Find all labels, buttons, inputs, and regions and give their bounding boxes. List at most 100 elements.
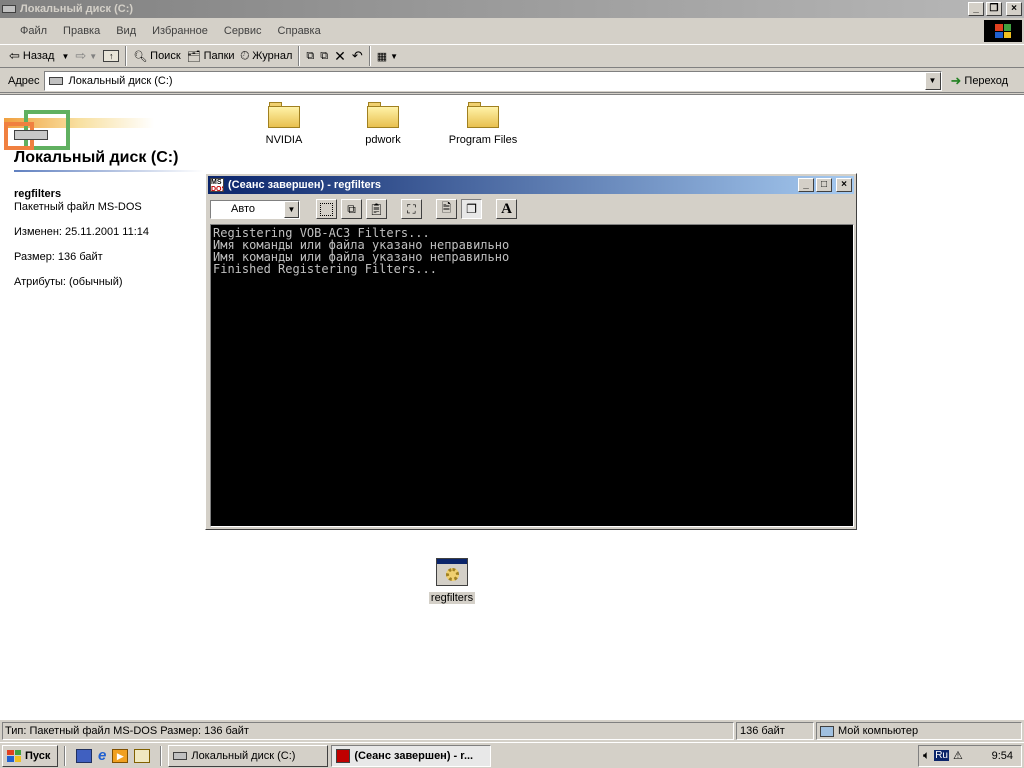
dos-window[interactable]: MSDOS (Сеанс завершен) - regfilters _ □ … <box>205 173 857 530</box>
search-button[interactable]: 🔍︎ Поиск <box>130 45 183 67</box>
outlook-express-icon[interactable] <box>134 748 151 763</box>
font-size-select[interactable]: Авто ▼ <box>210 199 300 219</box>
copy-to-icon: ⧉ <box>320 49 329 62</box>
fullscreen-button[interactable]: ⛶ <box>401 199 422 219</box>
chevron-down-icon[interactable]: ▼ <box>89 52 97 61</box>
font-button[interactable]: A <box>496 199 517 219</box>
drive-icon <box>173 751 188 760</box>
address-field[interactable]: Локальный диск (C:) ▼ <box>43 70 942 91</box>
minimize-button[interactable]: _ <box>798 178 814 192</box>
properties-icon: 🗎︎ <box>441 200 452 215</box>
go-arrow-icon: ➜ <box>950 72 962 88</box>
file-label: regfilters <box>428 592 476 604</box>
chevron-down-icon[interactable]: ▼ <box>390 52 398 61</box>
up-folder-icon: ↑ <box>103 50 120 62</box>
windows-logo-icon <box>7 749 21 762</box>
folder-icon <box>367 102 399 128</box>
explorer-title: Локальный диск (C:) <box>20 3 134 15</box>
menu-edit[interactable]: Правка <box>63 25 100 37</box>
chevron-down-icon[interactable]: ▼ <box>61 52 69 61</box>
address-dropdown-button[interactable]: ▼ <box>924 71 941 90</box>
warning-icon[interactable]: ⚠ <box>953 749 963 762</box>
forward-button[interactable]: ⇨ ▼ <box>72 45 100 67</box>
folders-icon: 🗂︎ <box>186 50 201 63</box>
dos-title: (Сеанс завершен) - regfilters <box>228 179 381 191</box>
left-panel: Локальный диск (C:) regfilters Пакетный … <box>0 96 206 396</box>
show-desktop-icon[interactable] <box>76 748 92 763</box>
dos-title-bar[interactable]: MSDOS (Сеанс завершен) - regfilters _ □ … <box>208 176 854 194</box>
close-button[interactable]: × <box>1006 2 1022 16</box>
selected-file-modified: Изменен: 25.11.2001 11:14 <box>14 226 150 238</box>
back-label: Назад <box>22 50 55 62</box>
task-explorer[interactable]: Локальный диск (C:) <box>168 744 329 767</box>
minimize-button[interactable]: _ <box>968 2 984 16</box>
start-button[interactable]: Пуск <box>2 744 58 767</box>
restore-button[interactable]: ❐ <box>986 2 1002 16</box>
explorer-title-bar[interactable]: Локальный диск (C:) _ ❐ × <box>0 0 1024 18</box>
my-computer-icon <box>820 725 834 737</box>
move-to-icon: ⧉ <box>306 49 315 62</box>
toolbar-separator <box>368 46 371 66</box>
menu-tools[interactable]: Сервис <box>224 25 262 37</box>
batch-file-icon <box>436 558 468 586</box>
history-button[interactable]: 🕘︎ Журнал <box>238 45 296 67</box>
taskbar-separator <box>160 745 163 766</box>
internet-explorer-icon[interactable]: e <box>98 747 106 764</box>
start-label: Пуск <box>25 749 51 762</box>
status-info-text: Тип: Пакетный файл MS-DOS Размер: 136 ба… <box>5 725 249 737</box>
menu-file[interactable]: Файл <box>20 25 47 37</box>
selected-file-name: regfilters <box>14 188 62 200</box>
console-area[interactable]: Registering VOB-AC3 Filters... Имя коман… <box>210 224 854 527</box>
fullscreen-icon: ⛶ <box>407 201 416 216</box>
properties-button[interactable]: 🗎︎ <box>436 199 457 219</box>
status-info: Тип: Пакетный файл MS-DOS Размер: 136 ба… <box>2 722 734 740</box>
heading-underline <box>14 170 204 172</box>
undo-button[interactable]: ↶ <box>349 45 366 67</box>
quick-launch: e ▶ <box>72 747 154 764</box>
folder-icon <box>467 102 499 128</box>
paste-button[interactable]: 📋︎ <box>366 199 387 219</box>
status-zone-text: Мой компьютер <box>838 725 919 737</box>
folder-program-files[interactable]: Program Files <box>433 102 533 146</box>
address-label: Адрес <box>8 74 40 87</box>
menu-help[interactable]: Справка <box>278 25 321 37</box>
drive-icon <box>2 5 16 13</box>
folder-label: NVIDIA <box>265 134 303 146</box>
views-button[interactable]: ▦ ▼ <box>374 45 401 67</box>
menu-view[interactable]: Вид <box>116 25 136 37</box>
folder-pdwork[interactable]: pdwork <box>333 102 433 146</box>
mark-icon <box>320 202 333 216</box>
folder-label: pdwork <box>365 134 401 146</box>
copy-icon: ⧉ <box>347 201 356 216</box>
taskbar-separator <box>64 745 66 766</box>
move-to-button[interactable]: ⧉ <box>303 45 317 67</box>
copy-button[interactable]: ⧉ <box>341 199 362 219</box>
background-button[interactable]: ❐ <box>461 199 482 219</box>
go-button[interactable]: ➜ Переход <box>948 70 1012 92</box>
address-bar: Адрес Локальный диск (C:) ▼ ➜ Переход <box>0 69 1024 93</box>
language-indicator[interactable]: Ru <box>934 750 949 761</box>
up-folder-button[interactable]: ↑ <box>100 45 122 67</box>
folder-nvidia[interactable]: NVIDIA <box>234 102 334 146</box>
selected-file-type: Пакетный файл MS-DOS <box>14 201 142 213</box>
views-icon: ▦ <box>376 50 388 63</box>
drive-banner-icon <box>4 104 154 150</box>
file-regfilters[interactable]: regfilters <box>420 558 484 604</box>
task-dos-window[interactable]: (Сеанс завершен) - r... <box>331 744 492 767</box>
delete-button[interactable]: ✕ <box>331 45 349 67</box>
back-button[interactable]: ⇦ Назад ▼ <box>6 45 72 67</box>
toolbar-separator <box>125 46 128 66</box>
clock: 9:54 <box>991 749 1013 762</box>
media-player-icon[interactable]: ▶ <box>112 748 129 763</box>
menu-favorites[interactable]: Избранное <box>152 25 208 37</box>
copy-to-button[interactable]: ⧉ <box>317 45 331 67</box>
chevron-down-icon[interactable]: ▼ <box>284 200 299 218</box>
folder-label: Program Files <box>448 134 518 146</box>
mark-button[interactable] <box>316 199 337 219</box>
close-button[interactable]: × <box>836 178 852 192</box>
selected-file-size: Размер: 136 байт <box>14 251 103 263</box>
folders-button[interactable]: 🗂︎ Папки <box>184 45 238 67</box>
maximize-button[interactable]: □ <box>816 178 832 192</box>
speaker-icon[interactable]: 🔈︎ <box>923 748 930 763</box>
selected-file-attributes: Атрибуты: (обычный) <box>14 276 123 288</box>
